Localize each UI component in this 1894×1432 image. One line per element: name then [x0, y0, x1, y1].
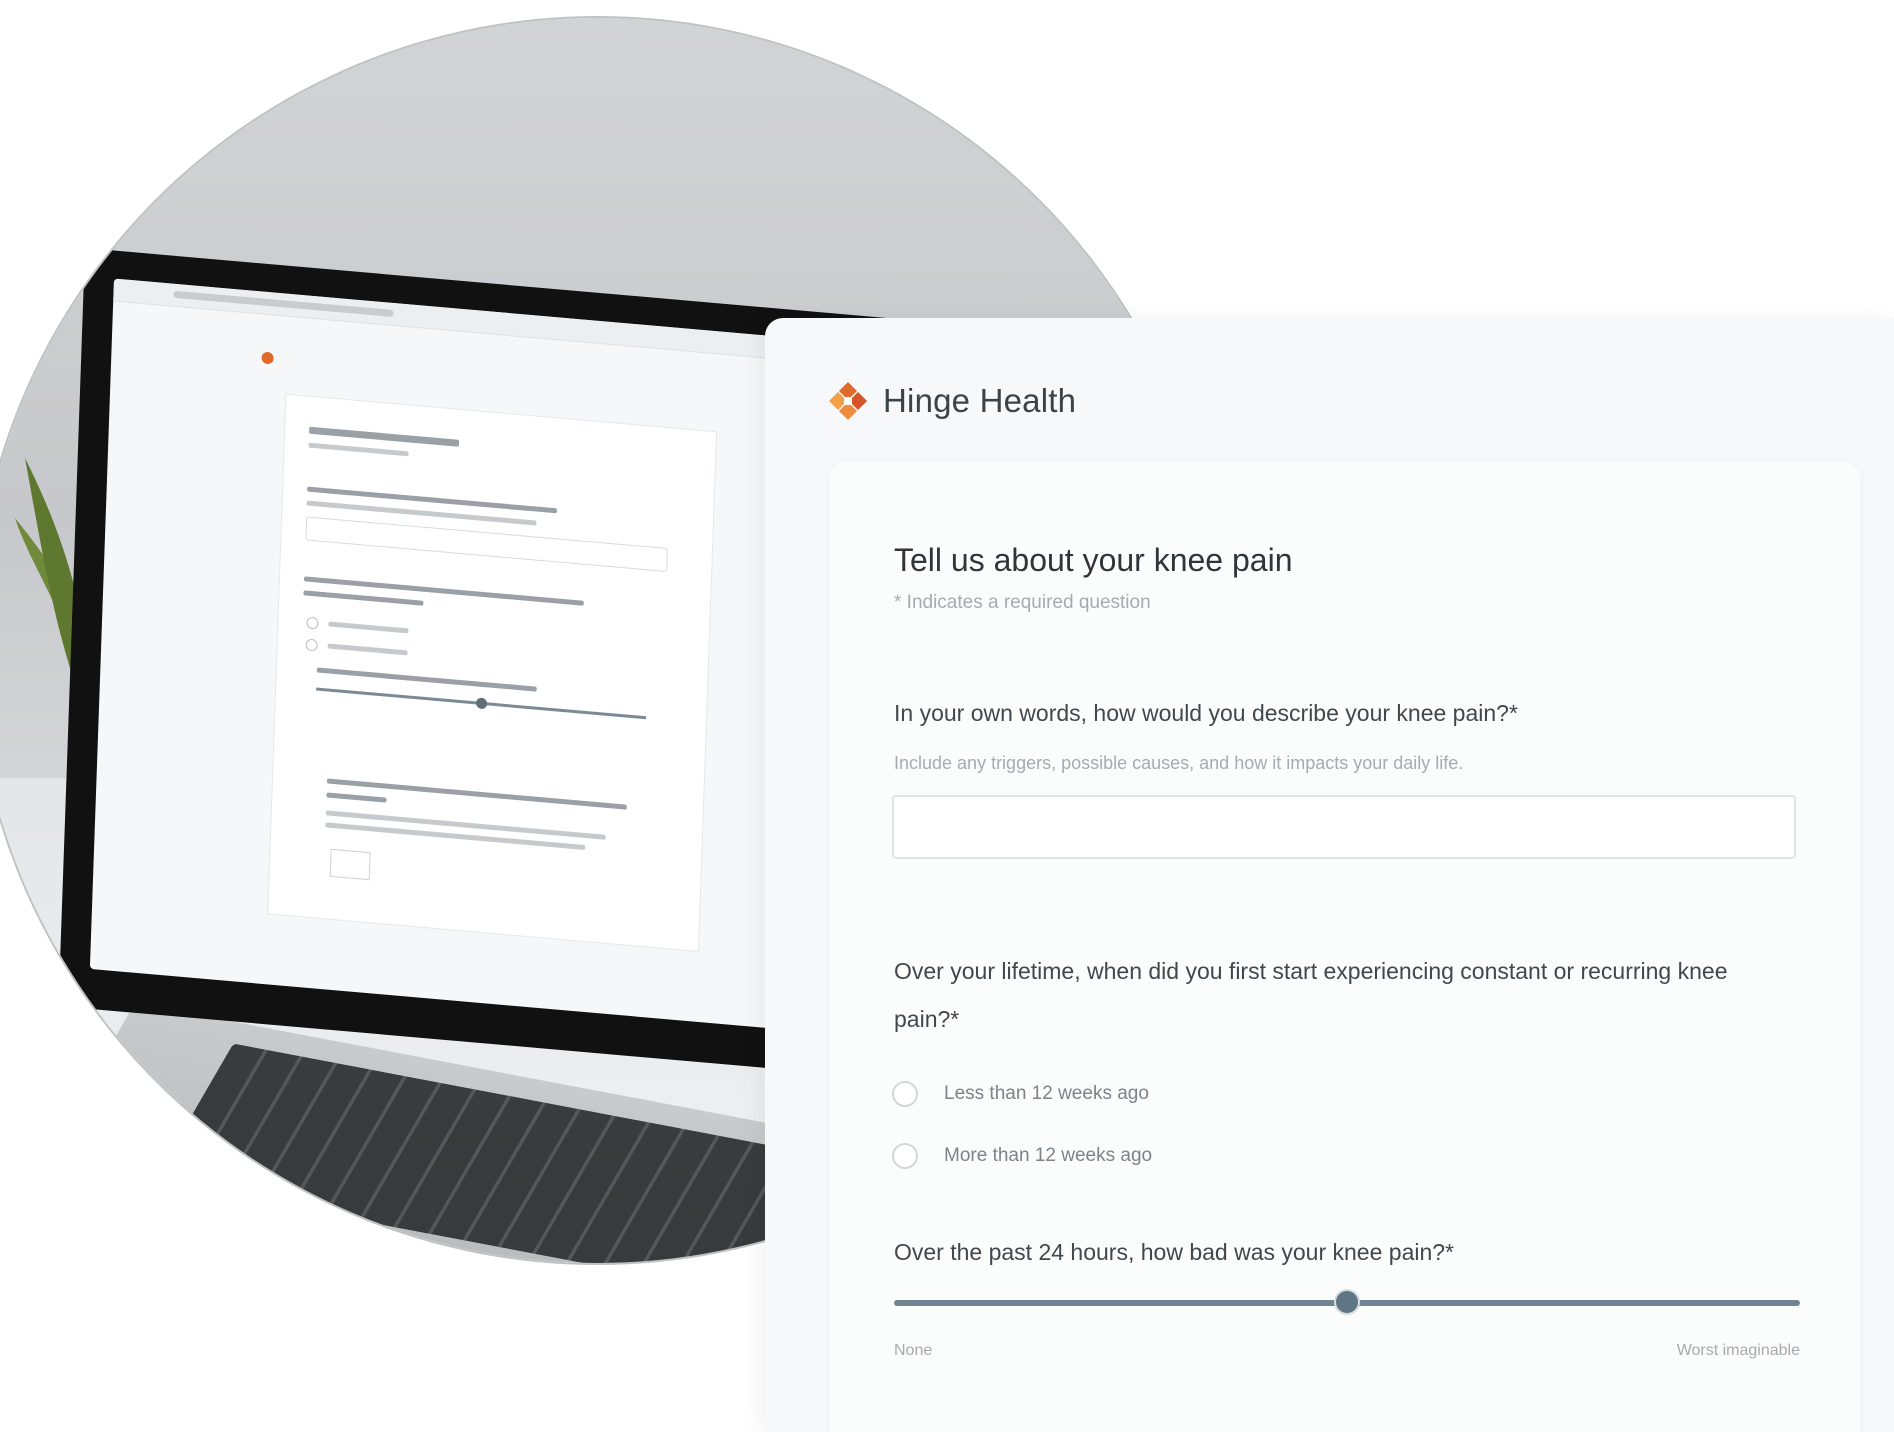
- q2-label: Over your lifetime, when did you first s…: [894, 958, 1728, 1032]
- pain-slider-thumb[interactable]: [1334, 1289, 1360, 1315]
- knee-pain-description-input[interactable]: [892, 795, 1796, 859]
- slider-min-label: None: [894, 1342, 933, 1359]
- option-more-than-12-weeks[interactable]: More than 12 weeks ago: [892, 1143, 1152, 1169]
- option-label: Less than 12 weeks ago: [944, 1083, 1149, 1104]
- option-less-than-12-weeks[interactable]: Less than 12 weeks ago: [892, 1081, 1149, 1107]
- brand-header: Hinge Health: [827, 380, 1076, 422]
- mini-form-card: [267, 393, 718, 953]
- pain-slider-track[interactable]: [894, 1289, 1800, 1315]
- mini-brand: [261, 351, 274, 365]
- required-note: * Indicates a required question: [894, 592, 1151, 613]
- mini-logo-icon: [261, 351, 274, 365]
- form-card: Tell us about your knee pain * Indicates…: [830, 462, 1860, 1432]
- option-label: More than 12 weeks ago: [944, 1145, 1153, 1166]
- q1-help-text: Include any triggers, possible causes, a…: [894, 753, 1464, 773]
- hinge-logo-icon: [827, 380, 869, 422]
- brand-name: Hinge Health: [883, 382, 1077, 419]
- slider-max-label: Worst imaginable: [1676, 1342, 1800, 1359]
- q3-label: Over the past 24 hours, how bad was your…: [894, 1239, 1455, 1265]
- form-title: Tell us about your knee pain: [894, 542, 1293, 578]
- q1-label: In your own words, how would you describ…: [894, 700, 1518, 726]
- radio-button[interactable]: [892, 1081, 918, 1107]
- form-panel: Hinge Health Tell us about your knee pai…: [765, 318, 1894, 1432]
- laptop-display: [89, 278, 880, 1036]
- radio-button[interactable]: [892, 1143, 918, 1169]
